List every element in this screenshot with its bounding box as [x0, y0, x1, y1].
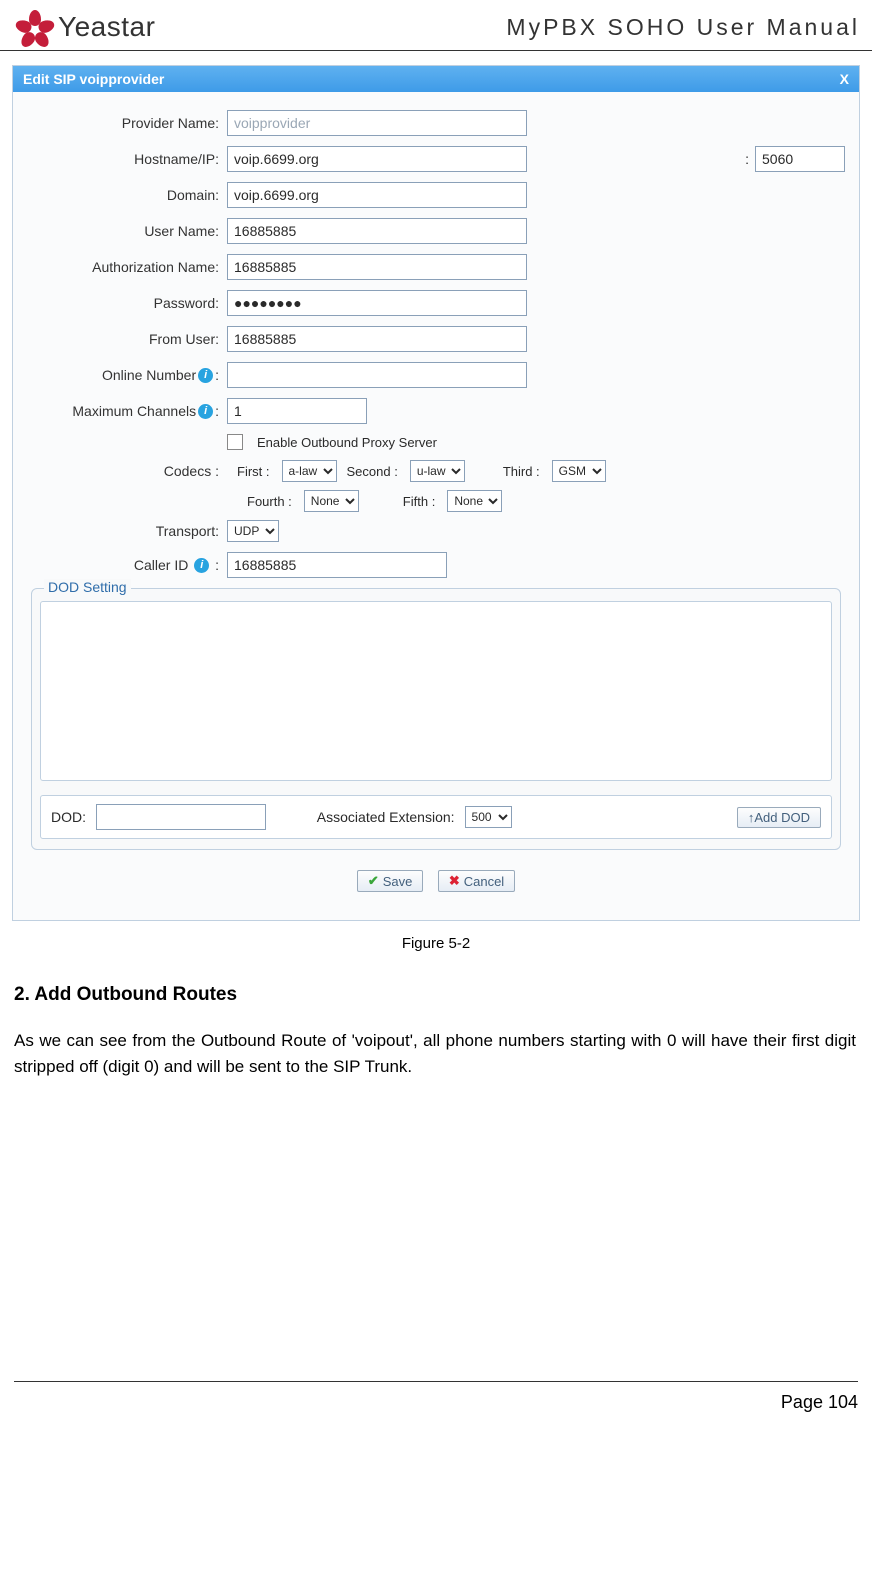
- dod-label: DOD:: [51, 809, 86, 825]
- row-callerid: Caller ID i :: [27, 552, 845, 578]
- info-icon[interactable]: i: [198, 368, 213, 383]
- domain-input[interactable]: [227, 182, 527, 208]
- authname-label: Authorization Name:: [27, 259, 227, 275]
- port-input[interactable]: [755, 146, 845, 172]
- port-colon: :: [739, 151, 755, 167]
- codecs-label: Codecs :: [27, 463, 227, 479]
- dod-setting-fieldset: DOD Setting DOD: Associated Extension: 5…: [31, 588, 841, 850]
- online-number-label: Online Numberi:: [27, 367, 227, 384]
- password-input[interactable]: [227, 290, 527, 316]
- associated-ext-select[interactable]: 500: [465, 806, 512, 828]
- callerid-label: Caller ID i :: [27, 557, 227, 574]
- username-input[interactable]: [227, 218, 527, 244]
- codec-third-select[interactable]: GSM: [552, 460, 606, 482]
- brand-name: Yeastar: [58, 11, 155, 43]
- maxch-label-pre: Maximum Channels: [72, 403, 196, 419]
- info-icon[interactable]: i: [194, 558, 209, 573]
- dod-input-row: DOD: Associated Extension: 500 ↑Add DOD: [40, 795, 832, 839]
- add-dod-button[interactable]: ↑Add DOD: [737, 807, 821, 828]
- domain-label: Domain:: [27, 187, 227, 203]
- row-codecs-1: Codecs : First : a-law Second : u-law Th…: [27, 460, 845, 482]
- edit-sip-dialog: Edit SIP voipprovider X Provider Name: H…: [12, 65, 860, 921]
- fromuser-input[interactable]: [227, 326, 527, 352]
- associated-ext-label: Associated Extension:: [317, 809, 455, 825]
- close-icon: ✖: [449, 873, 460, 889]
- online-number-input[interactable]: [227, 362, 527, 388]
- transport-select[interactable]: UDP: [227, 520, 279, 542]
- transport-label: Transport:: [27, 523, 227, 539]
- authname-input[interactable]: [227, 254, 527, 280]
- page-header: Yeastar MyPBX SOHO User Manual: [0, 0, 872, 51]
- add-dod-label: ↑Add DOD: [748, 810, 810, 825]
- callerid-label-post: :: [215, 557, 219, 573]
- enable-proxy-checkbox[interactable]: [227, 434, 243, 450]
- row-online-number: Online Numberi:: [27, 362, 845, 388]
- provider-name-label: Provider Name:: [27, 115, 227, 131]
- row-provider-name: Provider Name:: [27, 110, 845, 136]
- row-username: User Name:: [27, 218, 845, 244]
- codec-fourth-select[interactable]: None: [304, 490, 359, 512]
- brand-logo: Yeastar: [18, 10, 155, 44]
- codec-fifth-select[interactable]: None: [447, 490, 502, 512]
- online-label-pre: Online Number: [102, 367, 196, 383]
- flower-icon: [18, 10, 52, 44]
- save-label: Save: [383, 874, 413, 889]
- codec-fifth-label: Fifth :: [403, 494, 438, 509]
- callerid-label-pre: Caller ID: [134, 557, 188, 573]
- row-codecs-2: Fourth : None Fifth : None: [27, 490, 845, 512]
- max-channels-input[interactable]: [227, 398, 367, 424]
- dialog-title: Edit SIP voipprovider: [23, 71, 164, 87]
- page-footer: Page 104: [14, 1381, 858, 1433]
- hostname-label: Hostname/IP:: [27, 151, 227, 167]
- codec-first-select[interactable]: a-law: [282, 460, 337, 482]
- dod-input[interactable]: [96, 804, 266, 830]
- row-domain: Domain:: [27, 182, 845, 208]
- max-channels-label: Maximum Channelsi:: [27, 403, 227, 420]
- username-label: User Name:: [27, 223, 227, 239]
- info-icon[interactable]: i: [198, 404, 213, 419]
- codec-first-label: First :: [237, 464, 272, 479]
- maxch-label-post: :: [215, 403, 219, 419]
- row-enable-proxy: Enable Outbound Proxy Server: [27, 434, 845, 450]
- section-body: As we can see from the Outbound Route of…: [0, 1016, 872, 1081]
- codec-second-label: Second :: [347, 464, 400, 479]
- password-label: Password:: [27, 295, 227, 311]
- codec-third-label: Third :: [503, 464, 542, 479]
- row-transport: Transport: UDP: [27, 520, 845, 542]
- document-title: MyPBX SOHO User Manual: [506, 14, 860, 41]
- check-icon: ✔: [368, 873, 379, 889]
- figure-caption: Figure 5-2: [0, 921, 872, 960]
- page-number: Page 104: [781, 1392, 858, 1412]
- enable-proxy-label: Enable Outbound Proxy Server: [243, 435, 437, 450]
- fromuser-label: From User:: [27, 331, 227, 347]
- row-hostname: Hostname/IP: :: [27, 146, 845, 172]
- provider-name-input[interactable]: [227, 110, 527, 136]
- row-max-channels: Maximum Channelsi:: [27, 398, 845, 424]
- codec-second-select[interactable]: u-law: [410, 460, 465, 482]
- dod-legend: DOD Setting: [44, 579, 131, 595]
- codec-fourth-label: Fourth :: [247, 494, 294, 509]
- save-button[interactable]: ✔ Save: [357, 870, 424, 892]
- row-authname: Authorization Name:: [27, 254, 845, 280]
- row-fromuser: From User:: [27, 326, 845, 352]
- online-label-post: :: [215, 367, 219, 383]
- close-icon[interactable]: X: [840, 71, 849, 87]
- cancel-label: Cancel: [464, 874, 504, 889]
- cancel-button[interactable]: ✖ Cancel: [438, 870, 515, 892]
- hostname-input[interactable]: [227, 146, 527, 172]
- section-heading: 2. Add Outbound Routes: [0, 960, 872, 1016]
- callerid-input[interactable]: [227, 552, 447, 578]
- dialog-titlebar: Edit SIP voipprovider X: [13, 66, 859, 92]
- dod-list-area: [40, 601, 832, 781]
- dialog-button-row: ✔ Save ✖ Cancel: [27, 856, 845, 910]
- row-password: Password:: [27, 290, 845, 316]
- dialog-body: Provider Name: Hostname/IP: : Domain: Us…: [13, 92, 859, 920]
